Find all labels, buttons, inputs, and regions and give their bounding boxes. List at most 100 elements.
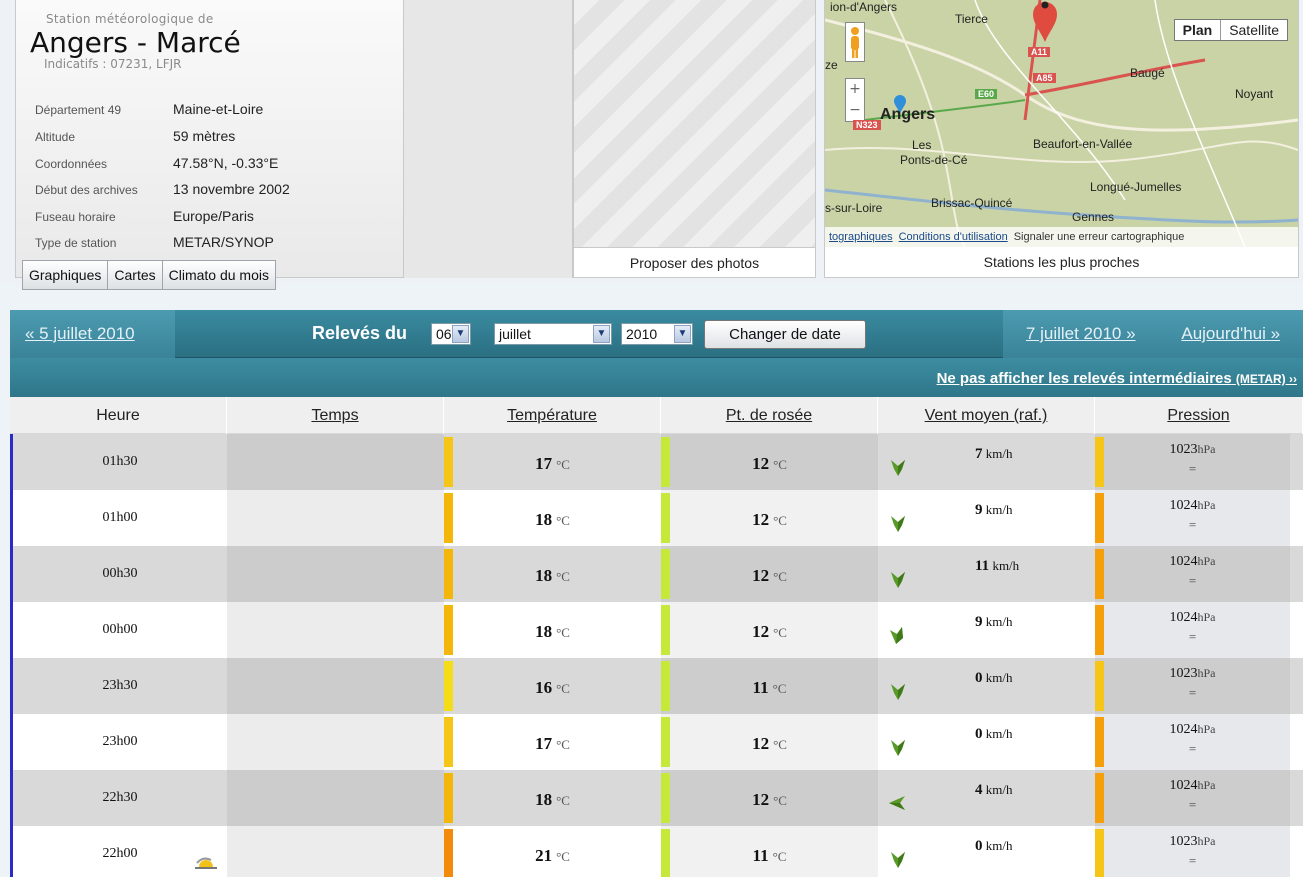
hour-value: 23h00 [102, 734, 138, 749]
table-row: 22h30 18 °C 12 °C 4 km/h 1024hPa = [10, 770, 1303, 826]
hour-cell: 22h00 [13, 826, 227, 877]
temperature-color-bar [444, 773, 453, 823]
pressure-trend: = [1188, 853, 1197, 868]
road-a11: A11 [1028, 47, 1051, 57]
temperature-color-bar [444, 717, 453, 767]
map-label-longue: Longué-Jumelles [1090, 180, 1182, 194]
street-view-pegman-icon[interactable] [845, 22, 865, 62]
dewpoint-color-bar [661, 773, 670, 823]
pressure-cell: 1024hPa = [1095, 714, 1290, 770]
dewpoint-value: 12 [752, 510, 770, 529]
col-vent[interactable]: Vent moyen (raf.) [878, 397, 1095, 434]
hour-cell: 23h00 [13, 714, 227, 770]
pressure-trend: = [1188, 685, 1197, 700]
month-select-value: juillet [499, 326, 531, 342]
zoom-in-button[interactable]: + [846, 79, 864, 100]
weather-cell [227, 546, 444, 602]
dewpoint-unit: °C [773, 457, 787, 472]
map-label-top: ion-d'Angers [830, 0, 897, 14]
weather-cell [227, 658, 444, 714]
dewpoint-unit: °C [773, 737, 787, 752]
temperature-cell: 17 °C [444, 434, 661, 490]
prev-day-link[interactable]: « 5 juillet 2010 [25, 324, 135, 344]
map-satellite-button[interactable]: Satellite [1221, 20, 1287, 40]
pressure-value: 1023hPa [1169, 666, 1216, 681]
change-date-button[interactable]: Changer de date [704, 320, 866, 349]
chevron-down-icon: ▼ [593, 325, 610, 343]
col-temps[interactable]: Temps [227, 397, 444, 434]
dewpoint-unit: °C [773, 793, 787, 808]
col-rosee[interactable]: Pt. de rosée [661, 397, 878, 434]
hour-cell: 23h30 [13, 658, 227, 714]
wind-cell: 0 km/h [878, 826, 1095, 877]
temperature-value: 18 [535, 790, 553, 809]
temperature-value: 17 [535, 454, 553, 473]
temperature-unit: °C [556, 793, 570, 808]
map-terms-link[interactable]: Conditions d'utilisation [899, 231, 1008, 243]
year-select[interactable]: 2010 ▼ [621, 323, 693, 345]
wind-cell: 0 km/h [878, 714, 1095, 770]
zoom-out-button[interactable]: − [846, 100, 864, 121]
map-label-ze: ze [825, 58, 838, 72]
tab-climato-du-mois[interactable]: Climato du mois [161, 260, 276, 290]
pressure-value: 1024hPa [1169, 778, 1216, 793]
temperature-cell: 18 °C [444, 490, 661, 546]
info-value-station-type: METAR/SYNOP [173, 234, 274, 250]
propose-photos-link[interactable]: Proposer des photos [574, 247, 815, 277]
wind-value: 0 km/h [975, 670, 1013, 686]
wind-value: 0 km/h [975, 838, 1013, 854]
month-select[interactable]: juillet ▼ [494, 323, 612, 345]
temperature-unit: °C [556, 513, 570, 528]
wind-value: 9 km/h [975, 502, 1013, 518]
info-label-archive-start: Début des archives [35, 183, 138, 197]
temperature-value: 18 [535, 622, 553, 641]
map-report-error-link[interactable]: Signaler une erreur cartographique [1014, 231, 1185, 243]
today-link[interactable]: Aujourd'hui » [1181, 324, 1280, 344]
tab-graphiques[interactable]: Graphiques [22, 260, 109, 290]
map-data-link[interactable]: tographiques [829, 231, 893, 243]
map-footer: tographiques Conditions d'utilisation Si… [825, 227, 1298, 247]
temperature-value: 16 [535, 678, 553, 697]
road-e60: E60 [975, 89, 998, 99]
map-marker-icon[interactable] [1030, 0, 1060, 42]
pressure-trend: = [1188, 573, 1197, 588]
nearby-stations-caption[interactable]: Stations les plus proches [825, 247, 1298, 277]
day-select[interactable]: 06 ▼ [431, 323, 471, 345]
nearby-stations-map[interactable]: + − ion-d'Angers Tierce ze Baugé Noyant … [825, 0, 1298, 247]
map-label-les: Les [912, 138, 932, 152]
temperature-cell: 16 °C [444, 658, 661, 714]
tab-cartes[interactable]: Cartes [107, 260, 163, 290]
col-pression[interactable]: Pression [1095, 397, 1303, 434]
temperature-unit: °C [556, 569, 570, 584]
pressure-color-bar [1095, 829, 1104, 877]
dewpoint-cell: 12 °C [661, 490, 878, 546]
pressure-trend: = [1188, 629, 1197, 644]
temperature-color-bar [444, 829, 453, 877]
temperature-color-bar [444, 437, 453, 487]
wind-cell: 9 km/h [878, 490, 1095, 546]
dewpoint-color-bar [661, 661, 670, 711]
pressure-value: 1024hPa [1169, 722, 1216, 737]
pressure-trend: = [1188, 461, 1197, 476]
dewpoint-value: 12 [752, 454, 770, 473]
temperature-cell: 18 °C [444, 770, 661, 826]
releves-title: Relevés du [312, 323, 408, 343]
info-label-station-type: Type de station [35, 236, 117, 250]
info-value-archive-start: 13 novembre 2002 [173, 181, 290, 197]
map-plan-button[interactable]: Plan [1175, 20, 1222, 40]
next-day-link[interactable]: 7 juillet 2010 » [1026, 324, 1136, 344]
hour-cell: 22h30 [13, 770, 227, 826]
temperature-cell: 18 °C [444, 546, 661, 602]
weather-cell [227, 714, 444, 770]
dewpoint-cell: 12 °C [661, 770, 878, 826]
col-temperature[interactable]: Température [444, 397, 661, 434]
year-select-value: 2010 [626, 326, 658, 342]
info-label-departement: Département 49 [35, 103, 122, 117]
wind-value: 0 km/h [975, 726, 1013, 742]
dewpoint-cell: 12 °C [661, 546, 878, 602]
temperature-color-bar [444, 661, 453, 711]
hour-value: 01h00 [102, 510, 138, 525]
hide-intermediate-link[interactable]: Ne pas afficher les relevés intermédiair… [937, 370, 1297, 387]
dewpoint-cell: 11 °C [661, 658, 878, 714]
pressure-value: 1023hPa [1169, 442, 1216, 457]
